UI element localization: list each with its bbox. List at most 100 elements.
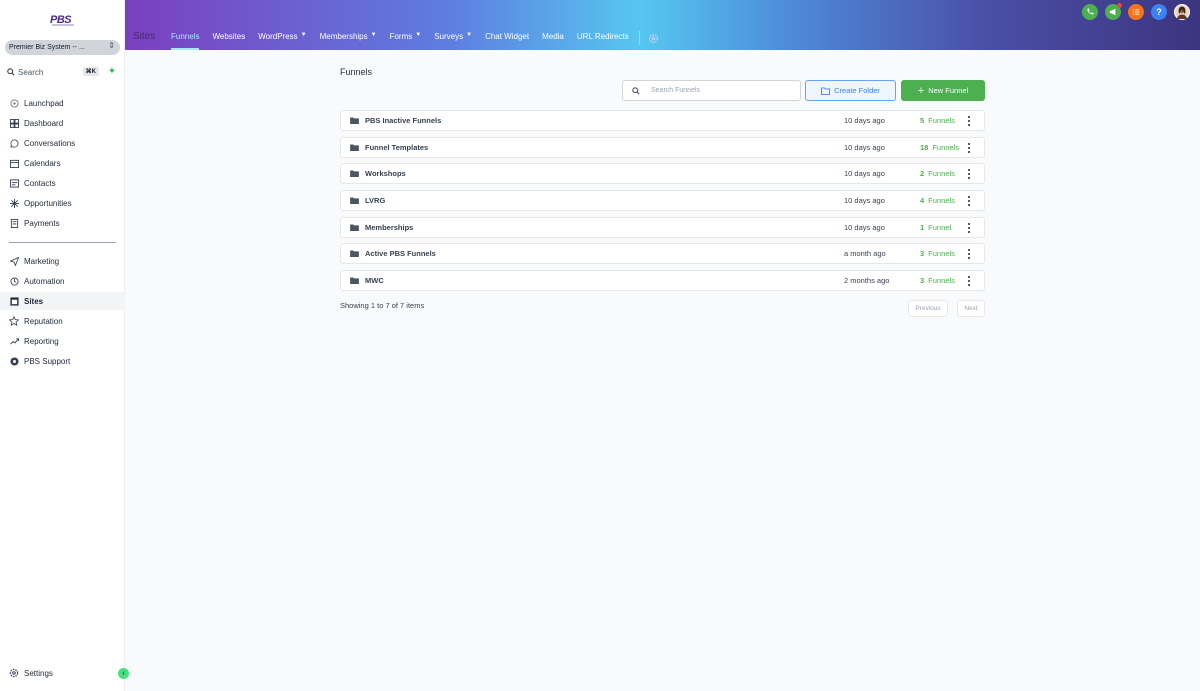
tab-url-redirects[interactable]: URL Redirects bbox=[577, 28, 629, 50]
previous-label: Previous bbox=[915, 305, 941, 312]
sidebar-search[interactable]: Search ⌘K bbox=[5, 65, 101, 79]
sidebar-item-conversations[interactable]: Conversations bbox=[0, 134, 125, 152]
folder-outline-icon bbox=[821, 86, 831, 95]
table-row[interactable]: MWC 2 months ago 3 Funnels bbox=[340, 270, 985, 291]
sites-tabs: Funnels Websites WordPress ▼ Memberships ▼… bbox=[171, 28, 659, 50]
sidebar-item-calendars[interactable]: Calendars bbox=[0, 154, 125, 172]
funnel-count: 4 Funnels bbox=[920, 196, 955, 205]
table-row[interactable]: Workshops 10 days ago 2 Funnels bbox=[340, 163, 985, 184]
tab-surveys[interactable]: Surveys ▼ bbox=[434, 28, 472, 50]
list-icon[interactable] bbox=[1128, 4, 1144, 20]
more-options-icon[interactable] bbox=[965, 248, 973, 260]
folder-name: PBS Inactive Funnels bbox=[365, 116, 442, 125]
chevron-down-icon: ▼ bbox=[370, 32, 377, 38]
more-options-icon[interactable] bbox=[965, 142, 973, 154]
tab-websites[interactable]: Websites bbox=[212, 28, 245, 50]
page-section-title: Sites bbox=[133, 31, 156, 42]
table-row[interactable]: Funnel Templates 10 days ago 18 Funnels bbox=[340, 137, 985, 158]
collapse-sidebar-button[interactable]: ‹ bbox=[118, 668, 129, 679]
funnel-count: 3 Funnels bbox=[920, 276, 955, 285]
tab-label: URL Redirects bbox=[576, 32, 629, 41]
folder-icon bbox=[350, 224, 359, 231]
sidebar-item-reporting[interactable]: Reporting bbox=[0, 332, 125, 350]
pbs-logo[interactable]: PBS bbox=[50, 10, 76, 30]
tab-wordpress[interactable]: WordPress ▼ bbox=[258, 28, 306, 50]
account-name: Premier Biz System -- ... bbox=[9, 44, 85, 51]
tab-memberships[interactable]: Memberships ▼ bbox=[320, 28, 377, 50]
updated-date: 10 days ago bbox=[844, 116, 885, 125]
sidebar-item-payments[interactable]: Payments bbox=[0, 214, 125, 232]
tab-chat-widget[interactable]: Chat Widget bbox=[485, 28, 529, 50]
avatar[interactable] bbox=[1174, 4, 1190, 20]
folder-icon bbox=[350, 197, 359, 204]
search-icon bbox=[632, 86, 640, 95]
count-unit: Funnels bbox=[928, 276, 955, 285]
chevron-down-icon: ▼ bbox=[300, 32, 307, 38]
folder-name: Funnel Templates bbox=[365, 143, 429, 152]
sidebar-item-reputation[interactable]: Reputation bbox=[0, 312, 125, 330]
next-page-button[interactable]: Next bbox=[957, 300, 985, 317]
table-row[interactable]: LVRG 10 days ago 4 Funnels bbox=[340, 190, 985, 211]
table-row[interactable]: Active PBS Funnels a month ago 3 Funnels bbox=[340, 243, 985, 264]
logo-underline bbox=[52, 24, 74, 26]
sidebar-item-label: Reporting bbox=[24, 336, 59, 346]
folder-name: LVRG bbox=[365, 196, 386, 205]
more-options-icon[interactable] bbox=[965, 115, 973, 127]
pagination-summary: Showing 1 to 7 of 7 items bbox=[340, 301, 425, 310]
updated-date: 10 days ago bbox=[844, 196, 885, 205]
more-options-icon[interactable] bbox=[965, 275, 973, 287]
previous-page-button[interactable]: Previous bbox=[908, 300, 948, 317]
search-label: Search bbox=[18, 67, 44, 77]
search-placeholder: Search Funnels bbox=[651, 87, 701, 94]
quick-add-button[interactable]: ✦ bbox=[106, 66, 118, 78]
new-funnel-label: New Funnel bbox=[928, 86, 969, 95]
tab-label: Chat Widget bbox=[485, 32, 530, 41]
create-folder-label: Create Folder bbox=[834, 86, 880, 95]
search-funnels-input[interactable]: Search Funnels bbox=[622, 80, 801, 101]
sidebar-item-sites[interactable]: Sites bbox=[0, 292, 125, 310]
sites-settings-gear-icon[interactable] bbox=[648, 31, 659, 49]
sidebar-item-launchpad[interactable]: Launchpad bbox=[0, 94, 125, 112]
sidebar-divider bbox=[9, 242, 116, 243]
updated-date: a month ago bbox=[844, 249, 886, 258]
sidebar-item-automation[interactable]: Automation bbox=[0, 272, 125, 290]
dashboard-icon bbox=[9, 118, 19, 128]
sidebar-item-contacts[interactable]: Contacts bbox=[0, 174, 125, 192]
count-unit: Funnels bbox=[932, 143, 960, 152]
phone-icon[interactable] bbox=[1082, 4, 1098, 20]
create-folder-button[interactable]: Create Folder bbox=[805, 80, 896, 101]
help-icon[interactable]: ? bbox=[1151, 4, 1167, 20]
updated-date: 10 days ago bbox=[844, 223, 885, 232]
count-value: 1 bbox=[920, 223, 925, 232]
more-options-icon[interactable] bbox=[965, 168, 973, 180]
table-row[interactable]: PBS Inactive Funnels 10 days ago 5 Funnel… bbox=[340, 110, 985, 131]
tab-label: Memberships bbox=[319, 32, 368, 41]
funnel-count: 5 Funnels bbox=[920, 116, 955, 125]
count-value: 3 bbox=[920, 249, 925, 258]
sidebar-item-opportunities[interactable]: Opportunities bbox=[0, 194, 125, 212]
megaphone-icon[interactable] bbox=[1105, 3, 1122, 20]
updated-date: 2 months ago bbox=[844, 276, 890, 285]
more-options-icon[interactable] bbox=[965, 195, 973, 207]
tab-label: Websites bbox=[212, 32, 246, 41]
tab-media[interactable]: Media bbox=[542, 28, 564, 50]
new-funnel-button[interactable]: + New Funnel bbox=[901, 80, 985, 101]
tab-forms[interactable]: Forms ▼ bbox=[390, 28, 422, 50]
sidebar-item-marketing[interactable]: Marketing bbox=[0, 252, 125, 270]
tab-label: Forms bbox=[389, 32, 413, 41]
count-unit: Funnels bbox=[928, 116, 955, 125]
top-bar-actions: ? bbox=[1075, 3, 1190, 20]
tab-funnels[interactable]: Funnels bbox=[171, 28, 200, 50]
sidebar-item-dashboard[interactable]: Dashboard bbox=[0, 114, 125, 132]
folder-icon bbox=[350, 250, 359, 257]
tab-divider bbox=[638, 31, 640, 45]
folder-name: MWC bbox=[365, 276, 384, 285]
sidebar-item-label: Calendars bbox=[24, 158, 61, 168]
more-options-icon[interactable] bbox=[965, 222, 973, 234]
table-row[interactable]: Memberships 10 days ago 1 Funnel bbox=[340, 217, 985, 238]
sidebar-item-settings[interactable]: Settings bbox=[0, 664, 125, 682]
sidebar-item-pbs-support[interactable]: PBS Support bbox=[0, 352, 125, 370]
sidebar-item-label: Payments bbox=[24, 218, 60, 228]
account-switcher[interactable]: Premier Biz System -- ... ⇕ bbox=[5, 40, 120, 55]
funnel-count: 3 Funnels bbox=[920, 249, 955, 258]
